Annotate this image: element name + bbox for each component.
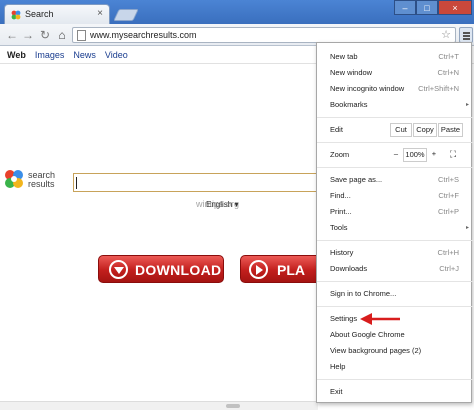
tab-web[interactable]: Web [7,50,26,60]
window-titlebar: Search × – □ × [0,0,474,24]
menu-separator [317,142,473,143]
close-window-button[interactable]: × [438,0,472,15]
submenu-arrow-icon: ▸ [465,225,469,231]
window-controls: – □ × [394,0,472,16]
tab-title: Search [25,9,54,19]
menu-item-tools[interactable]: Tools ▸ [317,221,473,235]
search-results-logo-icon [5,170,23,188]
logo-text: search results [28,170,56,189]
menu-item-save-page[interactable]: Save page as... Ctrl+S [317,173,473,187]
play-icon [249,260,268,279]
horizontal-scrollbar[interactable] [0,401,318,410]
back-button[interactable]: ← [4,27,20,43]
menu-separator [317,117,473,118]
chrome-menu-button[interactable] [459,27,473,43]
download-button[interactable]: DOWNLOAD [98,255,224,283]
tab-video[interactable]: Video [105,50,128,60]
search-type-tabs: Web Images News Video [7,50,128,60]
chrome-menu: New tab Ctrl+T New window Ctrl+N New incog… [316,42,473,403]
zoom-out-button[interactable]: – [390,148,402,162]
menu-separator [317,240,473,241]
minimize-button[interactable]: – [394,0,416,15]
tab-news[interactable]: News [73,50,96,60]
address-bar-url[interactable]: www.mysearchresults.com [90,30,197,40]
edit-copy-button[interactable]: Copy [413,123,437,137]
submenu-arrow-icon: ▸ [465,102,469,108]
maximize-button[interactable]: □ [416,0,438,15]
address-bar[interactable]: www.mysearchresults.com ☆ [72,27,456,43]
search-results-favicon-icon [11,10,21,20]
menu-item-sign-in[interactable]: Sign in to Chrome... [317,287,473,301]
menu-item-history[interactable]: History Ctrl+H [317,246,473,260]
menu-item-downloads[interactable]: Downloads Ctrl+J [317,262,473,276]
forward-button[interactable]: → [20,27,36,43]
red-pointer-arrow-icon [360,313,400,325]
menu-item-edit: Edit Cut Copy Paste [317,123,473,137]
menu-item-background-pages[interactable]: View background pages (2) [317,344,473,358]
menu-separator [317,379,473,380]
play-button[interactable]: PLA [240,255,318,283]
menu-item-bookmarks[interactable]: Bookmarks ▸ [317,98,473,112]
page-icon [77,30,86,41]
menu-item-exit[interactable]: Exit [317,385,473,399]
zoom-level: 100% [403,148,427,162]
menu-item-zoom: Zoom – 100% + ⛶ [317,148,473,162]
menu-item-new-tab[interactable]: New tab Ctrl+T [317,50,473,64]
menu-separator [317,306,473,307]
bookmark-star-icon[interactable]: ☆ [441,28,451,41]
reload-button[interactable]: ↻ [37,27,53,43]
tab-close-icon[interactable]: × [97,8,103,19]
menu-item-print[interactable]: Print... Ctrl+P [317,205,473,219]
search-input[interactable] [73,173,323,192]
download-arrow-icon [109,260,128,279]
menu-item-new-incognito-window[interactable]: New incognito window Ctrl+Shift+N [317,82,473,96]
browser-tab[interactable]: Search × [4,4,110,24]
menu-separator [317,167,473,168]
home-button[interactable]: ⌂ [54,27,70,43]
edit-paste-button[interactable]: Paste [438,123,463,137]
zoom-in-button[interactable]: + [428,148,440,162]
tab-images[interactable]: Images [35,50,65,60]
fullscreen-icon[interactable]: ⛶ [445,148,461,162]
watermark: wintips.org [196,199,240,209]
menu-item-new-window[interactable]: New window Ctrl+N [317,66,473,80]
menu-separator [317,281,473,282]
new-tab-button[interactable] [113,9,139,21]
menu-item-help[interactable]: Help [317,360,473,374]
edit-cut-button[interactable]: Cut [390,123,412,137]
menu-item-find[interactable]: Find... Ctrl+F [317,189,473,203]
menu-item-about[interactable]: About Google Chrome [317,328,473,342]
